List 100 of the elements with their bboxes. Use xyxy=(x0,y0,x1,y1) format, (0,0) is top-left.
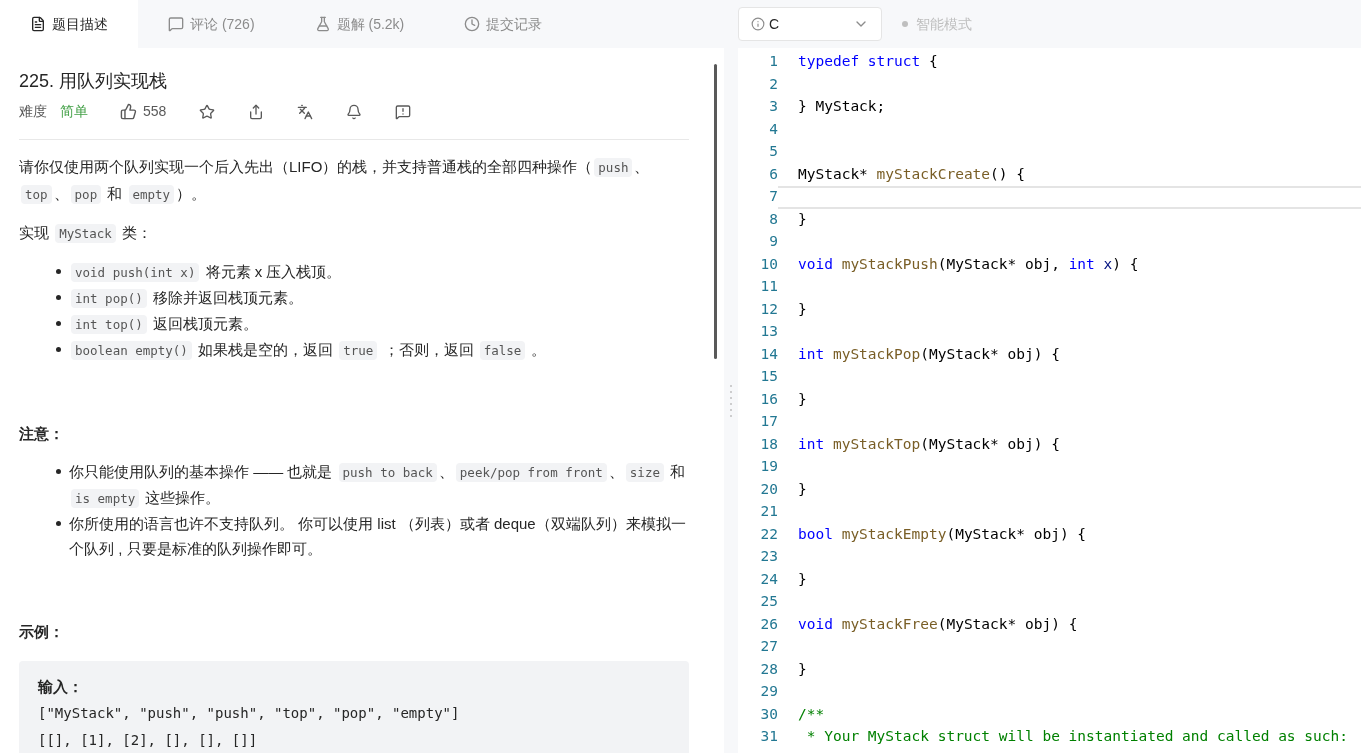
bullet-icon xyxy=(56,321,61,326)
line-number: 10 xyxy=(759,254,778,274)
bullet-icon xyxy=(56,347,61,352)
scrollbar-thumb[interactable] xyxy=(714,64,717,359)
code-token: } xyxy=(798,659,807,679)
bullet-icon xyxy=(56,469,61,474)
line-number: 29 xyxy=(759,682,778,702)
example-line: ["MyStack", "push", "push", "top", "pop", "empty"] xyxy=(38,704,461,723)
code-token: } xyxy=(798,389,807,409)
code-token: } MyStack; xyxy=(798,97,886,117)
line-number: 9 xyxy=(768,232,778,252)
tab[interactable]: 提交记录 xyxy=(434,0,573,48)
line-number: 26 xyxy=(759,614,778,634)
code-token: x xyxy=(1102,254,1113,274)
line-number: 18 xyxy=(759,434,778,454)
inline-code: size xyxy=(625,463,664,482)
star-button[interactable] xyxy=(199,103,216,120)
line-number: 6 xyxy=(768,164,778,184)
line-number: 30 xyxy=(759,704,778,724)
inline-code: pop xyxy=(70,185,102,204)
line-number: 4 xyxy=(768,119,778,139)
thumbs-up-icon xyxy=(120,103,137,120)
code-token: void xyxy=(798,254,833,274)
bell-icon xyxy=(346,103,363,120)
list-item: int pop() 移除并返回栈顶元素。 xyxy=(69,285,303,311)
list-item: 你只能使用队列的基本操作 —— 也就是 push to back 、 peek/pop from front 、 size 和 is empty 这些操作。 xyxy=(69,462,687,510)
difficulty-value: 简单 xyxy=(60,102,88,121)
line-number: 15 xyxy=(759,367,778,387)
line-number: 21 xyxy=(759,502,778,522)
line-number: 31 xyxy=(759,727,778,747)
line-number: 8 xyxy=(768,209,778,229)
code-token: } xyxy=(798,569,807,589)
paragraph: 请你仅使用两个队列实现一个后入先出（LIFO）的栈，并支持普通栈的全部四种操作（ push 、 top 、 pop 和 empty ）。 xyxy=(19,157,651,206)
share-button[interactable] xyxy=(248,103,265,120)
translate-button[interactable] xyxy=(297,103,314,120)
example-line: [[], [1], [2], [], [], []] xyxy=(38,731,259,750)
line-number: 28 xyxy=(759,659,778,679)
code-token: myStackFree xyxy=(840,614,938,634)
feedback-button[interactable] xyxy=(395,103,412,120)
line-number: 7 xyxy=(768,187,778,207)
feedback-icon xyxy=(395,103,412,120)
code-token: (MyStack* obj, xyxy=(937,254,1061,274)
code-token: myStackPush xyxy=(840,254,938,274)
inline-code: int top() xyxy=(71,315,147,334)
line-number: 25 xyxy=(759,592,778,612)
list-item: int top() 返回栈顶元素。 xyxy=(69,311,258,337)
line-number: 1 xyxy=(768,52,778,72)
line-number: 22 xyxy=(759,524,778,544)
inline-code: push xyxy=(594,158,633,177)
comment-icon xyxy=(168,16,184,32)
problem-title: 225. 用队列实现栈 xyxy=(19,70,169,93)
clock-icon xyxy=(464,16,481,32)
section-heading: 注意： xyxy=(19,424,65,444)
code-token: /** xyxy=(798,704,825,724)
tab[interactable]: 题解 (5.2k) xyxy=(284,0,435,48)
difficulty-label: 难度 xyxy=(19,102,47,121)
inline-code: MyStack xyxy=(55,224,116,243)
tab[interactable]: 评论 (726) xyxy=(138,0,285,48)
section-heading: 示例： xyxy=(19,622,65,642)
code-token: } xyxy=(798,299,807,319)
code-token: int xyxy=(1068,254,1095,274)
line-number: 19 xyxy=(759,457,778,477)
example-label: 输入： xyxy=(38,677,84,697)
like-button[interactable]: 558 xyxy=(120,101,167,122)
line-number: 11 xyxy=(759,277,778,297)
bell-button[interactable] xyxy=(346,103,363,120)
translate-icon xyxy=(297,103,314,120)
line-number: 12 xyxy=(759,299,778,319)
share-icon xyxy=(248,103,265,120)
bullet-icon xyxy=(56,269,61,274)
line-number: 24 xyxy=(759,569,778,589)
inline-code: false xyxy=(479,341,526,360)
code-token: myStackCreate xyxy=(876,164,991,184)
line-number: 16 xyxy=(759,389,778,409)
inline-code: int pop() xyxy=(71,289,147,308)
line-number: 23 xyxy=(759,547,778,567)
inline-code: top xyxy=(21,185,52,204)
smart-mode-toggle[interactable]: 智能模式 xyxy=(902,13,972,35)
inline-code: void push(int x) xyxy=(71,263,200,282)
line-number: 17 xyxy=(759,412,778,432)
list-item: boolean empty() 如果栈是空的，返回 true ；否则，返回 false 。 xyxy=(69,337,547,363)
bullet-icon xyxy=(56,521,61,526)
tab[interactable]: 题目描述 xyxy=(0,0,138,48)
code-token: typedef struct xyxy=(798,52,921,72)
list-item: void push(int x) 将元素 x 压入栈顶。 xyxy=(69,259,342,285)
language-select[interactable]: C xyxy=(738,7,882,41)
code-token: (MyStack* obj) { xyxy=(920,434,1060,454)
code-token: myStackTop xyxy=(831,434,921,454)
inline-code: empty xyxy=(128,185,175,204)
inline-code: push to back xyxy=(338,463,437,482)
info-icon xyxy=(751,17,765,31)
code-token: * Your MyStack struct will be instantiated and called as such: xyxy=(805,727,1348,747)
code-token: } xyxy=(798,209,807,229)
code-token: (MyStack* obj) { xyxy=(920,344,1060,364)
document-icon xyxy=(30,16,46,32)
inline-code: is empty xyxy=(71,489,140,508)
paragraph: 实现 MyStack 类： xyxy=(19,223,154,245)
code-token: () { xyxy=(990,164,1025,184)
star-icon xyxy=(199,103,216,120)
line-number: 3 xyxy=(768,97,778,117)
